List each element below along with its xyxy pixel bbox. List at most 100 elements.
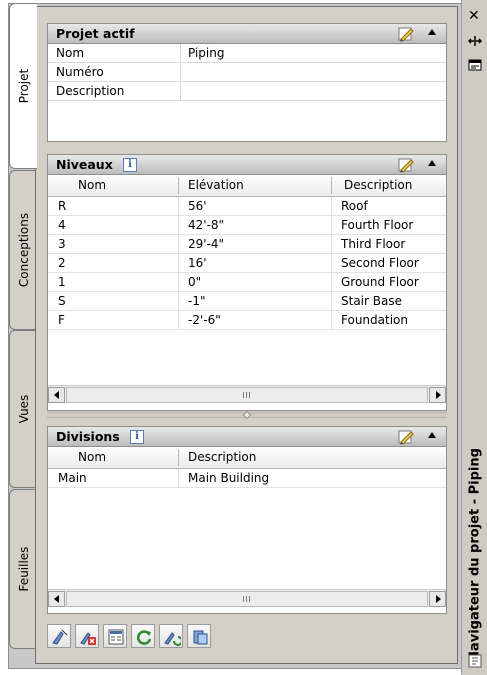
sheet-set-button[interactable] (187, 624, 211, 648)
level-name: 3 (58, 237, 66, 251)
table-row[interactable]: 4 42'-8" Fourth Floor (48, 216, 446, 235)
tab-projet[interactable]: Projet (9, 3, 37, 169)
division-name: Main (58, 471, 87, 485)
edit-icon[interactable] (398, 429, 414, 445)
edit-icon[interactable] (398, 26, 414, 42)
scroll-thumb[interactable] (66, 387, 428, 403)
palette-menu-icon[interactable] (468, 654, 482, 668)
info-icon[interactable]: i (130, 430, 144, 444)
table-row[interactable]: Main Main Building (48, 469, 446, 488)
collapse-icon[interactable] (428, 160, 436, 166)
levels-horizontal-scrollbar[interactable] (48, 385, 446, 403)
level-elevation: -1" (188, 294, 206, 308)
level-description: Roof (341, 199, 368, 213)
tab-vues-label: Vues (16, 394, 31, 424)
divisions-column-headers: Nom Description (48, 447, 446, 469)
refresh-icon (136, 630, 152, 645)
tab-projet-label: Projet (16, 68, 31, 104)
tab-feuilles[interactable]: Feuilles (9, 489, 37, 649)
scroll-thumb[interactable] (66, 591, 428, 607)
column-header-nom[interactable]: Nom (78, 178, 106, 192)
project-key: Nom (56, 46, 85, 60)
project-row-description[interactable]: Description (48, 82, 446, 101)
project-row-numero[interactable]: Numéro (48, 63, 446, 82)
table-row[interactable]: 2 16' Second Floor (48, 254, 446, 273)
active-project-panel: Projet actif Nom Piping Numéro Descripti… (47, 23, 447, 142)
levels-rows: R 56' Roof 4 42'-8" Fourth Floor 3 29'-4" Third … (48, 197, 446, 330)
divisions-header: Divisions i (48, 427, 446, 447)
tab-vues[interactable]: Vues (9, 330, 37, 488)
level-name: 1 (58, 275, 66, 289)
regenerate-icon (164, 632, 181, 646)
level-name: F (58, 313, 65, 327)
column-header-description[interactable]: Description (188, 450, 256, 464)
bottom-toolbar (47, 624, 215, 650)
scroll-right-button[interactable] (429, 591, 446, 607)
table-row[interactable]: R 56' Roof (48, 197, 446, 216)
divisions-panel: Divisions i Nom Description Main Main Bui… (47, 426, 447, 614)
level-elevation: 16' (188, 256, 207, 270)
divisions-horizontal-scrollbar[interactable] (48, 589, 446, 607)
level-description: Second Floor (341, 256, 419, 270)
active-project-title: Projet actif (56, 26, 135, 41)
tab-conceptions[interactable]: Conceptions (9, 170, 37, 330)
level-name: 4 (58, 218, 66, 232)
table-row[interactable]: S -1" Stair Base (48, 292, 446, 311)
project-value: Piping (188, 46, 225, 60)
level-description: Ground Floor (341, 275, 419, 289)
regenerate-button[interactable] (159, 624, 183, 648)
scroll-right-button[interactable] (429, 387, 446, 403)
level-elevation: 56' (188, 199, 207, 213)
level-name: R (58, 199, 67, 213)
refresh-button[interactable] (131, 624, 155, 648)
column-header-nom[interactable]: Nom (78, 450, 106, 464)
column-header-elevation[interactable]: Elévation (188, 178, 244, 192)
levels-title: Niveaux (56, 157, 113, 172)
level-description: Foundation (341, 313, 408, 327)
properties-menu-icon[interactable] (468, 58, 482, 72)
properties-icon (108, 629, 124, 645)
scroll-left-button[interactable] (48, 387, 65, 403)
delete-view-icon (80, 632, 96, 645)
divisions-rows: Main Main Building (48, 469, 446, 488)
sheet-set-icon (193, 630, 208, 645)
level-elevation: 42'-8" (188, 218, 225, 232)
column-header-description[interactable]: Description (344, 178, 412, 192)
table-row[interactable]: 1 0" Ground Floor (48, 273, 446, 292)
new-view-button[interactable] (47, 624, 71, 648)
table-row[interactable]: F -2'-6" Foundation (48, 311, 446, 330)
level-description: Stair Base (341, 294, 402, 308)
project-key: Description (56, 84, 125, 98)
level-elevation: -2'-6" (188, 313, 221, 327)
level-name: 2 (58, 256, 66, 270)
collapse-icon[interactable] (428, 432, 436, 438)
level-elevation: 0" (188, 275, 202, 289)
levels-column-headers: Nom Elévation Description (48, 175, 446, 197)
active-project-header: Projet actif (48, 24, 446, 44)
close-icon[interactable]: ✕ (468, 9, 480, 23)
delete-view-button[interactable] (75, 624, 99, 648)
collapse-icon[interactable] (428, 29, 436, 35)
new-view-icon (52, 629, 68, 645)
division-description: Main Building (188, 471, 270, 485)
level-description: Fourth Floor (341, 218, 414, 232)
info-icon[interactable]: i (123, 158, 137, 172)
divisions-title: Divisions (56, 429, 120, 444)
tab-conceptions-label: Conceptions (16, 212, 31, 288)
panel-splitter[interactable] (47, 410, 447, 420)
table-row[interactable]: 3 29'-4" Third Floor (48, 235, 446, 254)
edit-icon[interactable] (398, 157, 414, 173)
levels-panel: Niveaux i Nom Elévation Description R 56'… (47, 154, 447, 411)
tab-feuilles-label: Feuilles (16, 546, 31, 592)
properties-button[interactable] (103, 624, 127, 648)
palette-title: Navigateur du projet - Piping (467, 448, 482, 662)
palette-title-bar[interactable]: ✕ Navigateur du projet - Piping (461, 0, 487, 675)
auto-hide-icon[interactable] (468, 34, 482, 48)
project-key: Numéro (56, 65, 104, 79)
level-name: S (58, 294, 66, 308)
project-row-nom[interactable]: Nom Piping (48, 44, 446, 63)
levels-header: Niveaux i (48, 155, 446, 175)
level-elevation: 29'-4" (188, 237, 225, 251)
level-description: Third Floor (341, 237, 406, 251)
scroll-left-button[interactable] (48, 591, 65, 607)
